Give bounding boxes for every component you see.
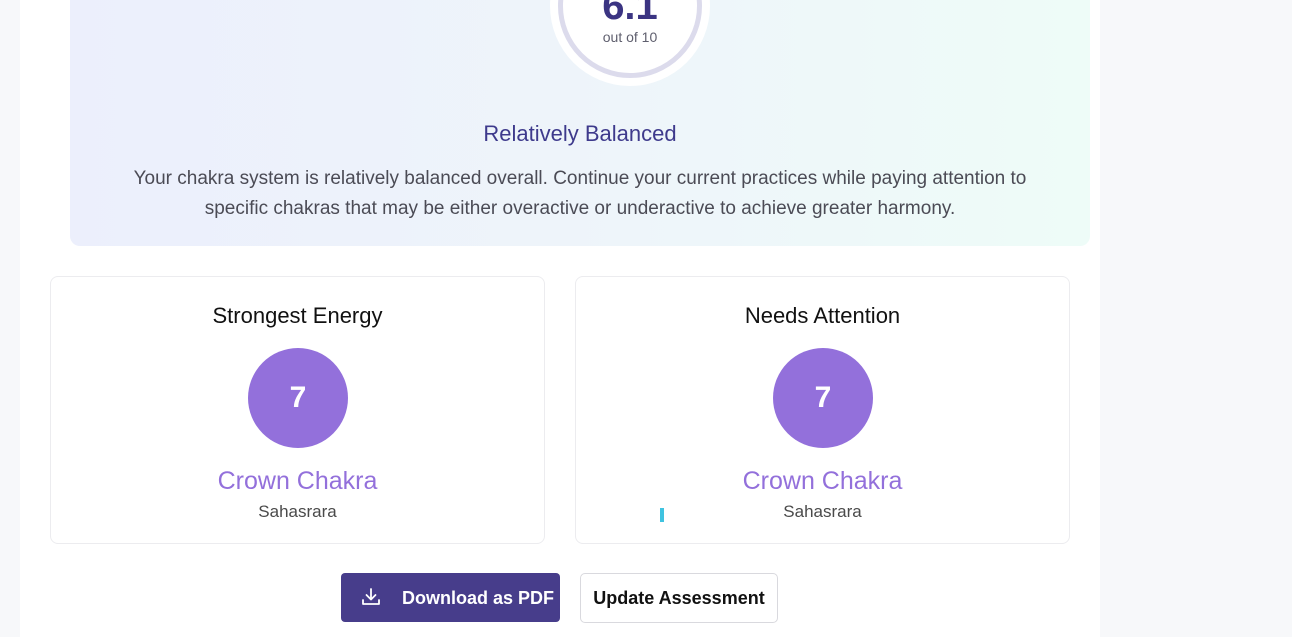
text-cursor xyxy=(660,508,664,522)
download-pdf-button[interactable]: Download as PDF xyxy=(341,573,560,622)
chakra-sanskrit-name: Sahasrara xyxy=(783,502,862,521)
chakra-sanskrit-name: Sahasrara xyxy=(258,502,337,521)
chakra-name: Crown Chakra xyxy=(217,467,378,495)
score-ring: 6.1 out of 10 xyxy=(550,0,710,86)
score-out-of-label: out of 10 xyxy=(602,29,658,45)
balance-description: Your chakra system is relatively balance… xyxy=(133,168,1027,219)
balance-score-card: 6.1 out of 10 Relatively Balanced Your c… xyxy=(70,0,1090,246)
score-value: 6.1 xyxy=(602,0,658,28)
balance-status-title: Relatively Balanced xyxy=(483,121,677,146)
needs-attention-heading: Needs Attention xyxy=(744,303,901,328)
strongest-energy-heading: Strongest Energy xyxy=(212,303,383,328)
needs-attention-card: Needs Attention 7 Crown Chakra Sahasrara xyxy=(575,276,1070,544)
strongest-energy-card: Strongest Energy 7 Crown Chakra Sahasrar… xyxy=(50,276,545,544)
download-icon xyxy=(362,588,380,605)
chakra-number-badge: 7 xyxy=(773,348,873,448)
chakra-number-badge: 7 xyxy=(248,348,348,448)
download-pdf-label: Download as PDF xyxy=(402,588,555,608)
update-assessment-button[interactable]: Update Assessment xyxy=(580,573,778,623)
chakra-name: Crown Chakra xyxy=(742,467,903,495)
